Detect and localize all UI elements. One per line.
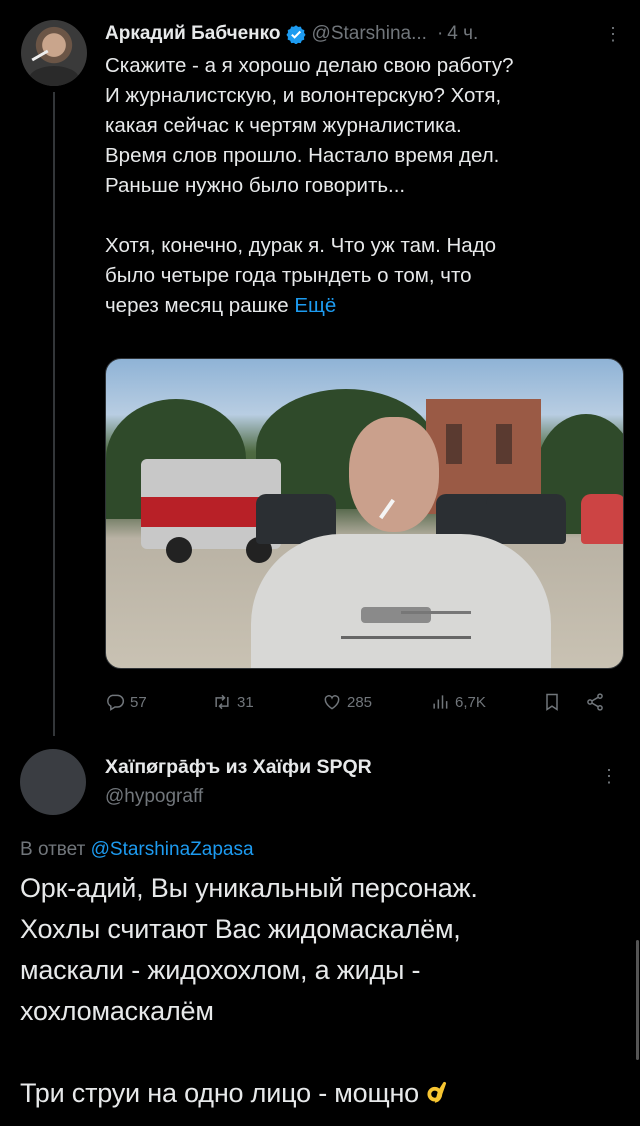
bookmark-icon [546,693,558,711]
reply-author-avatar[interactable] [20,749,86,815]
author-name[interactable]: Аркадий Бабченко [105,23,281,45]
share-icon [587,693,603,711]
reply-paragraph-2: Три струи на одно лицо - мощно [20,1073,620,1114]
tweet-paragraph-2: Хотя, конечно, дурак я. Что уж там. Надо… [105,231,605,321]
avatar-cigarette [31,49,49,62]
author-handle[interactable]: @Starshina... [312,23,427,45]
reply-button[interactable]: 57 [105,686,147,718]
retweet-icon [215,694,229,710]
photo-car-2 [486,494,566,544]
author-avatar[interactable] [21,20,87,86]
like-button[interactable]: 285 [322,686,372,718]
tweet-text: Скажите - а я хорошо делаю свою работу? … [105,51,605,321]
views-button[interactable]: 6,7K [430,686,486,718]
reply-icon [107,694,125,711]
views-icon [433,695,448,709]
scrollbar[interactable] [636,940,639,1060]
tweet-time[interactable]: 4 ч. [447,23,478,45]
photo-tank-print [341,599,471,639]
retweet-count: 31 [237,693,254,711]
views-count: 6,7K [455,693,486,711]
replying-to-label: В ответ [20,839,86,860]
reply-more-icon[interactable]: ⋮ [597,765,621,789]
verified-badge-icon [285,25,306,44]
reply-author-name[interactable]: Хаїпøгра̄фъ из Хаїфи SPQR [105,756,372,779]
tweet-photo[interactable] [105,358,624,669]
reply-paragraph-1: Орк-адий, Вы уникальный персонаж. Хохлы … [20,873,478,1026]
replying-to-mention[interactable]: @StarshinaZapasa [91,839,254,860]
reply-paragraph-2-text: Три струи на одно лицо - мощно [20,1078,420,1108]
avatar-shirt [29,66,79,86]
retweet-button[interactable]: 31 [212,686,254,718]
reply-count: 57 [130,693,147,711]
like-count: 285 [347,693,373,711]
more-icon[interactable]: ⋮ [601,23,625,47]
separator-dot: · [436,23,444,44]
reply-text: Орк-адий, Вы уникальный персонаж. Хохлы … [20,868,620,1114]
tweet-header: Аркадий Бабченко @Starshina... · 4 ч. ⋮ [105,19,625,49]
reply-author-handle[interactable]: @hypograff [105,786,203,808]
ok-hand-emoji-icon [427,1081,447,1103]
tweet-actions: 57 31 285 6,7K [105,686,625,718]
photo-person-head [349,417,439,532]
replying-to: В ответ @StarshinaZapasa [20,839,254,861]
share-button[interactable] [585,686,610,718]
tweet-paragraph-1: Скажите - а я хорошо делаю свою работу? … [105,54,514,197]
reply-paragraph-gap [20,1032,620,1073]
show-more-link[interactable]: Ещё [294,294,336,317]
like-icon [324,695,340,710]
photo-car-3 [581,494,623,544]
thread-line [53,92,55,736]
bookmark-button[interactable] [542,686,567,718]
